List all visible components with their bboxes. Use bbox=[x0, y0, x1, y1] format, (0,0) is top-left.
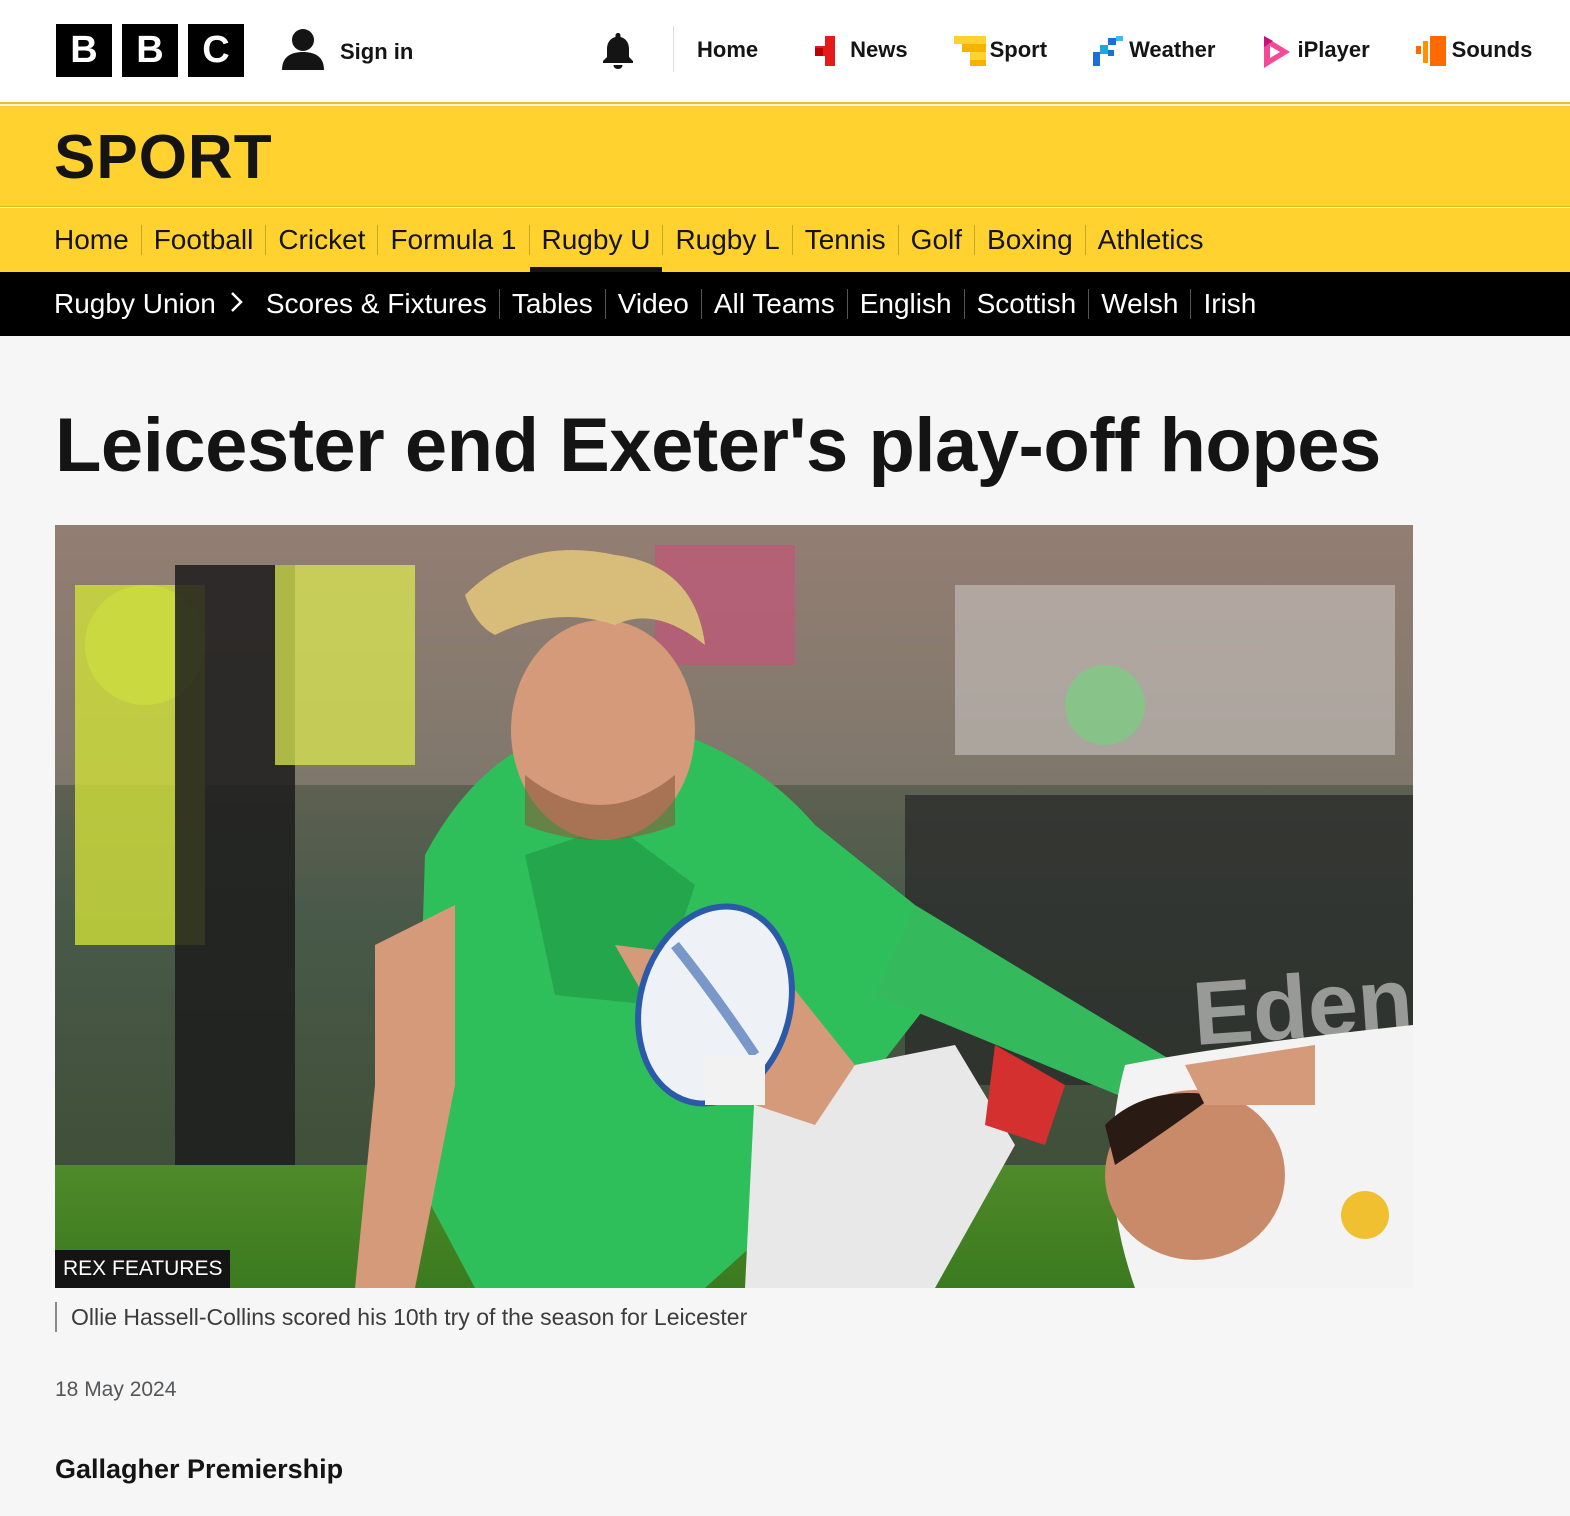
sport-nav-item-cricket[interactable]: Cricket bbox=[266, 208, 377, 272]
sport-nav-item-boxing[interactable]: Boxing bbox=[975, 208, 1085, 272]
weather-icon bbox=[1093, 36, 1124, 66]
chevron-right-icon bbox=[230, 289, 244, 320]
sport-nav-item-tennis[interactable]: Tennis bbox=[793, 208, 898, 272]
logo-block-b2: B bbox=[122, 24, 178, 77]
global-nav-label: Home bbox=[697, 37, 759, 62]
image-caption: Ollie Hassell-Collins scored his 10th tr… bbox=[55, 1302, 747, 1332]
global-nav-weather[interactable]: Weather bbox=[1093, 36, 1216, 66]
section-banner: SPORT bbox=[0, 106, 1570, 207]
image-credit: REX FEATURES bbox=[55, 1250, 231, 1288]
global-nav-sounds[interactable]: Sounds bbox=[1415, 36, 1533, 66]
logo-block-c: C bbox=[188, 24, 244, 77]
global-nav-label: iPlayer bbox=[1297, 37, 1370, 62]
sport-nav: Home Football Cricket Formula 1 Rugby U Rugby… bbox=[0, 208, 1570, 272]
subnav-item-all-teams[interactable]: All Teams bbox=[702, 288, 847, 320]
subnav-item-irish[interactable]: Irish bbox=[1191, 288, 1268, 320]
global-nav-label: News bbox=[850, 37, 908, 62]
logo-block-b1: B bbox=[56, 24, 112, 77]
sport-nav-item-rugby-u[interactable]: Rugby U bbox=[529, 208, 663, 272]
sport-nav-item-formula-1[interactable]: Formula 1 bbox=[378, 208, 528, 272]
user-icon bbox=[280, 26, 326, 77]
header-divider bbox=[673, 26, 674, 72]
rugby-union-subnav: Rugby Union Scores & Fixtures Tables Video… bbox=[0, 272, 1570, 336]
global-nav-iplayer[interactable]: iPlayer bbox=[1261, 36, 1370, 68]
sport-nav-item-golf[interactable]: Golf bbox=[899, 208, 974, 272]
subnav-item-english[interactable]: English bbox=[848, 288, 964, 320]
subnav-item-welsh[interactable]: Welsh bbox=[1089, 288, 1190, 320]
hero-image: Eden Park bbox=[55, 525, 1413, 1288]
subnav-list: Rugby Union Scores & Fixtures Tables Video… bbox=[54, 272, 1268, 336]
iplayer-icon bbox=[1261, 36, 1291, 68]
global-nav: Home News Sport Weather iPlayer Sounds bbox=[697, 0, 1532, 100]
subnav-item-tables[interactable]: Tables bbox=[500, 288, 605, 320]
sounds-icon bbox=[1415, 36, 1446, 66]
sport-nav-list: Home Football Cricket Formula 1 Rugby U Rugby… bbox=[54, 208, 1215, 272]
news-icon bbox=[814, 36, 842, 66]
global-nav-news[interactable]: News bbox=[814, 36, 908, 66]
notifications-bell-icon[interactable] bbox=[598, 30, 638, 75]
global-header: B B C Sign in Home News Sport Weather iP… bbox=[0, 0, 1570, 104]
subnav-item-scottish[interactable]: Scottish bbox=[965, 288, 1089, 320]
subnav-current-section[interactable]: Rugby Union bbox=[54, 288, 230, 320]
article-date: 18 May 2024 bbox=[55, 1378, 177, 1401]
article-headline: Leicester end Exeter's play-off hopes bbox=[55, 403, 1381, 488]
competition-label[interactable]: Gallagher Premiership bbox=[55, 1454, 343, 1485]
global-nav-label: Weather bbox=[1129, 37, 1216, 62]
sport-nav-item-athletics[interactable]: Athletics bbox=[1086, 208, 1216, 272]
sport-nav-item-home[interactable]: Home bbox=[54, 208, 141, 272]
sign-in-label: Sign in bbox=[340, 38, 414, 64]
bbc-logo[interactable]: B B C bbox=[56, 24, 244, 77]
sport-nav-item-football[interactable]: Football bbox=[142, 208, 266, 272]
global-nav-home[interactable]: Home bbox=[697, 37, 758, 63]
subnav-item-video[interactable]: Video bbox=[606, 288, 701, 320]
section-title[interactable]: SPORT bbox=[54, 122, 273, 193]
global-nav-label: Sport bbox=[989, 37, 1048, 62]
global-nav-label: Sounds bbox=[1451, 37, 1533, 62]
sport-icon bbox=[953, 36, 986, 66]
hero-photo-illustration: Eden Park bbox=[55, 525, 1413, 1288]
global-nav-sport[interactable]: Sport bbox=[953, 36, 1048, 66]
sign-in-button[interactable]: Sign in bbox=[280, 26, 413, 77]
subnav-item-scores-fixtures[interactable]: Scores & Fixtures bbox=[254, 288, 499, 320]
sport-nav-item-rugby-l[interactable]: Rugby L bbox=[663, 208, 791, 272]
